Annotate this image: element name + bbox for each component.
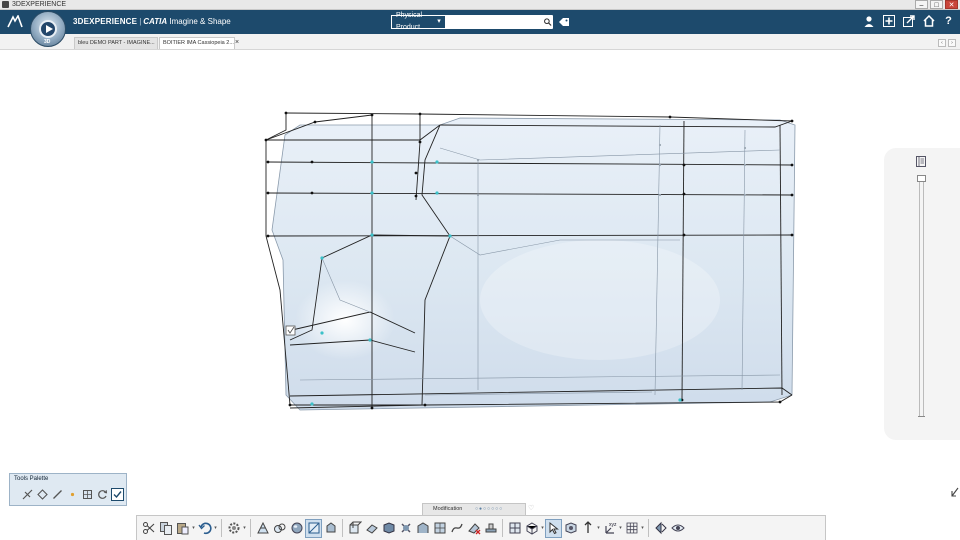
copy-icon[interactable] xyxy=(157,519,174,538)
checkbox-icon[interactable] xyxy=(111,488,124,501)
os-window-bar: 3DEXPERIENCE – □ ✕ xyxy=(0,0,960,10)
tab-bleu-demo-part[interactable]: bleu DEMO PART - IMAGINE... xyxy=(74,37,158,49)
slider-end-mark xyxy=(918,416,925,417)
stamp-icon[interactable] xyxy=(482,519,499,538)
cut-icon[interactable] xyxy=(140,519,157,538)
mirror-icon[interactable] xyxy=(397,519,414,538)
help-icon[interactable]: ? xyxy=(941,13,956,28)
axis-icon[interactable] xyxy=(579,519,596,538)
tools-palette-icons xyxy=(21,488,124,501)
snap-icon[interactable] xyxy=(562,519,579,538)
settings-dropdown[interactable]: ▾ xyxy=(242,525,247,531)
vertex-tool-icon[interactable] xyxy=(380,519,397,538)
toolbar-separator xyxy=(221,519,222,537)
3d-viewport[interactable] xyxy=(0,50,960,515)
tab-next-button[interactable]: › xyxy=(948,39,956,47)
edge-tool-icon[interactable] xyxy=(346,519,363,538)
ds-logo-icon[interactable] xyxy=(0,10,30,34)
attract-icon[interactable] xyxy=(21,488,34,501)
brand-catia: CATIA xyxy=(143,17,168,26)
home-icon[interactable] xyxy=(921,13,936,28)
extrude-icon[interactable] xyxy=(322,519,339,538)
tab-boitier-ima[interactable]: BOITIER IMA Cassiopeia 2... xyxy=(159,37,235,49)
refresh-icon[interactable] xyxy=(96,488,109,501)
compass-icon[interactable]: 3D xyxy=(30,11,66,47)
visibility-icon[interactable] xyxy=(669,519,686,538)
tools-palette: Tools Palette xyxy=(9,473,127,506)
diagonal-arrow-icon[interactable] xyxy=(951,487,959,497)
close-tab-icon[interactable]: × xyxy=(235,38,239,47)
window-controls: – □ ✕ xyxy=(915,0,958,10)
subdivide-icon[interactable] xyxy=(81,488,94,501)
box-select-icon[interactable] xyxy=(523,519,540,538)
action-bar: ▾ ▾ ▾ ▾ ▾ xyz ▾ ▾ xyxy=(136,515,826,540)
zoom-slider[interactable] xyxy=(917,175,926,417)
search-bar: Physical Product ▾ xyxy=(391,12,553,31)
brand-separator: | xyxy=(139,17,142,26)
tag-icon[interactable] xyxy=(558,17,570,27)
tools-palette-title: Tools Palette xyxy=(14,476,49,482)
favorite-icon[interactable]: ♡ xyxy=(528,504,534,512)
paste-icon[interactable] xyxy=(174,519,191,538)
cage-icon[interactable] xyxy=(431,519,448,538)
line-tool-icon[interactable] xyxy=(51,488,64,501)
user-icon[interactable] xyxy=(861,13,876,28)
section-pager-dots[interactable]: ○●○○○○○ xyxy=(475,504,503,515)
minimize-button[interactable]: – xyxy=(915,0,928,9)
chevron-down-icon: ▾ xyxy=(437,18,441,25)
document-tab-bar: bleu DEMO PART - IMAGINE... BOITIER IMA … xyxy=(0,34,960,50)
face-tool-icon[interactable] xyxy=(363,519,380,538)
toolbar-separator xyxy=(342,519,343,537)
tab-prev-button[interactable]: ‹ xyxy=(938,39,946,47)
play-icon xyxy=(39,20,57,38)
slider-handle[interactable] xyxy=(917,175,926,182)
twist-icon[interactable] xyxy=(448,519,465,538)
toolbar-separator xyxy=(250,519,251,537)
erase-icon[interactable] xyxy=(465,519,482,538)
window-title: 3DEXPERIENCE xyxy=(12,1,67,8)
share-icon[interactable] xyxy=(901,13,916,28)
undo-icon[interactable] xyxy=(196,519,213,538)
search-input[interactable] xyxy=(445,16,543,28)
search-scope-label: Physical Product xyxy=(396,12,423,31)
subdivision-surface-icon[interactable] xyxy=(254,519,271,538)
diamond-edit-icon[interactable] xyxy=(36,488,49,501)
brand-title: 3DEXPERIENCE | CATIA Imagine & Shape xyxy=(73,10,231,34)
shape-surface xyxy=(271,117,796,411)
modify-icon[interactable] xyxy=(305,518,322,538)
side-slider-panel xyxy=(884,148,960,440)
xyz-icon[interactable]: xyz xyxy=(601,519,618,538)
tab-navigation: ‹ › xyxy=(938,39,956,47)
search-icon[interactable] xyxy=(543,16,552,28)
add-icon[interactable] xyxy=(881,13,896,28)
toolbar-separator xyxy=(648,519,649,537)
sculpt-icon[interactable] xyxy=(271,519,288,538)
brand-app-name: Imagine & Shape xyxy=(169,17,231,26)
pointer-icon[interactable] xyxy=(545,518,562,538)
compass-tag: 3D xyxy=(44,39,51,45)
view-icon[interactable] xyxy=(652,519,669,538)
fold-icon[interactable] xyxy=(414,519,431,538)
toolbar-separator xyxy=(502,519,503,537)
modification-label: Modification xyxy=(433,506,463,512)
svg-text:xyz: xyz xyxy=(609,522,617,528)
grid-dropdown[interactable]: ▾ xyxy=(640,525,645,531)
close-window-button[interactable]: ✕ xyxy=(945,0,958,9)
subdivision-model-view[interactable] xyxy=(0,50,960,515)
sphere-icon[interactable] xyxy=(288,519,305,538)
search-scope-dropdown[interactable]: Physical Product ▾ xyxy=(391,12,446,31)
settings-gear-icon[interactable] xyxy=(225,519,242,538)
app-icon xyxy=(2,1,9,8)
sparkle-icon[interactable] xyxy=(66,488,79,501)
symmetry-icon[interactable] xyxy=(506,519,523,538)
grid-icon[interactable] xyxy=(623,519,640,538)
undo-dropdown[interactable]: ▾ xyxy=(213,525,218,531)
brand-3dexperience: 3DEXPERIENCE xyxy=(73,17,138,26)
tab-modification[interactable]: Modification ○●○○○○○ xyxy=(422,503,526,515)
maximize-button[interactable]: □ xyxy=(930,0,943,9)
book-icon[interactable] xyxy=(916,156,926,167)
topbar-icons: ? xyxy=(861,13,956,28)
